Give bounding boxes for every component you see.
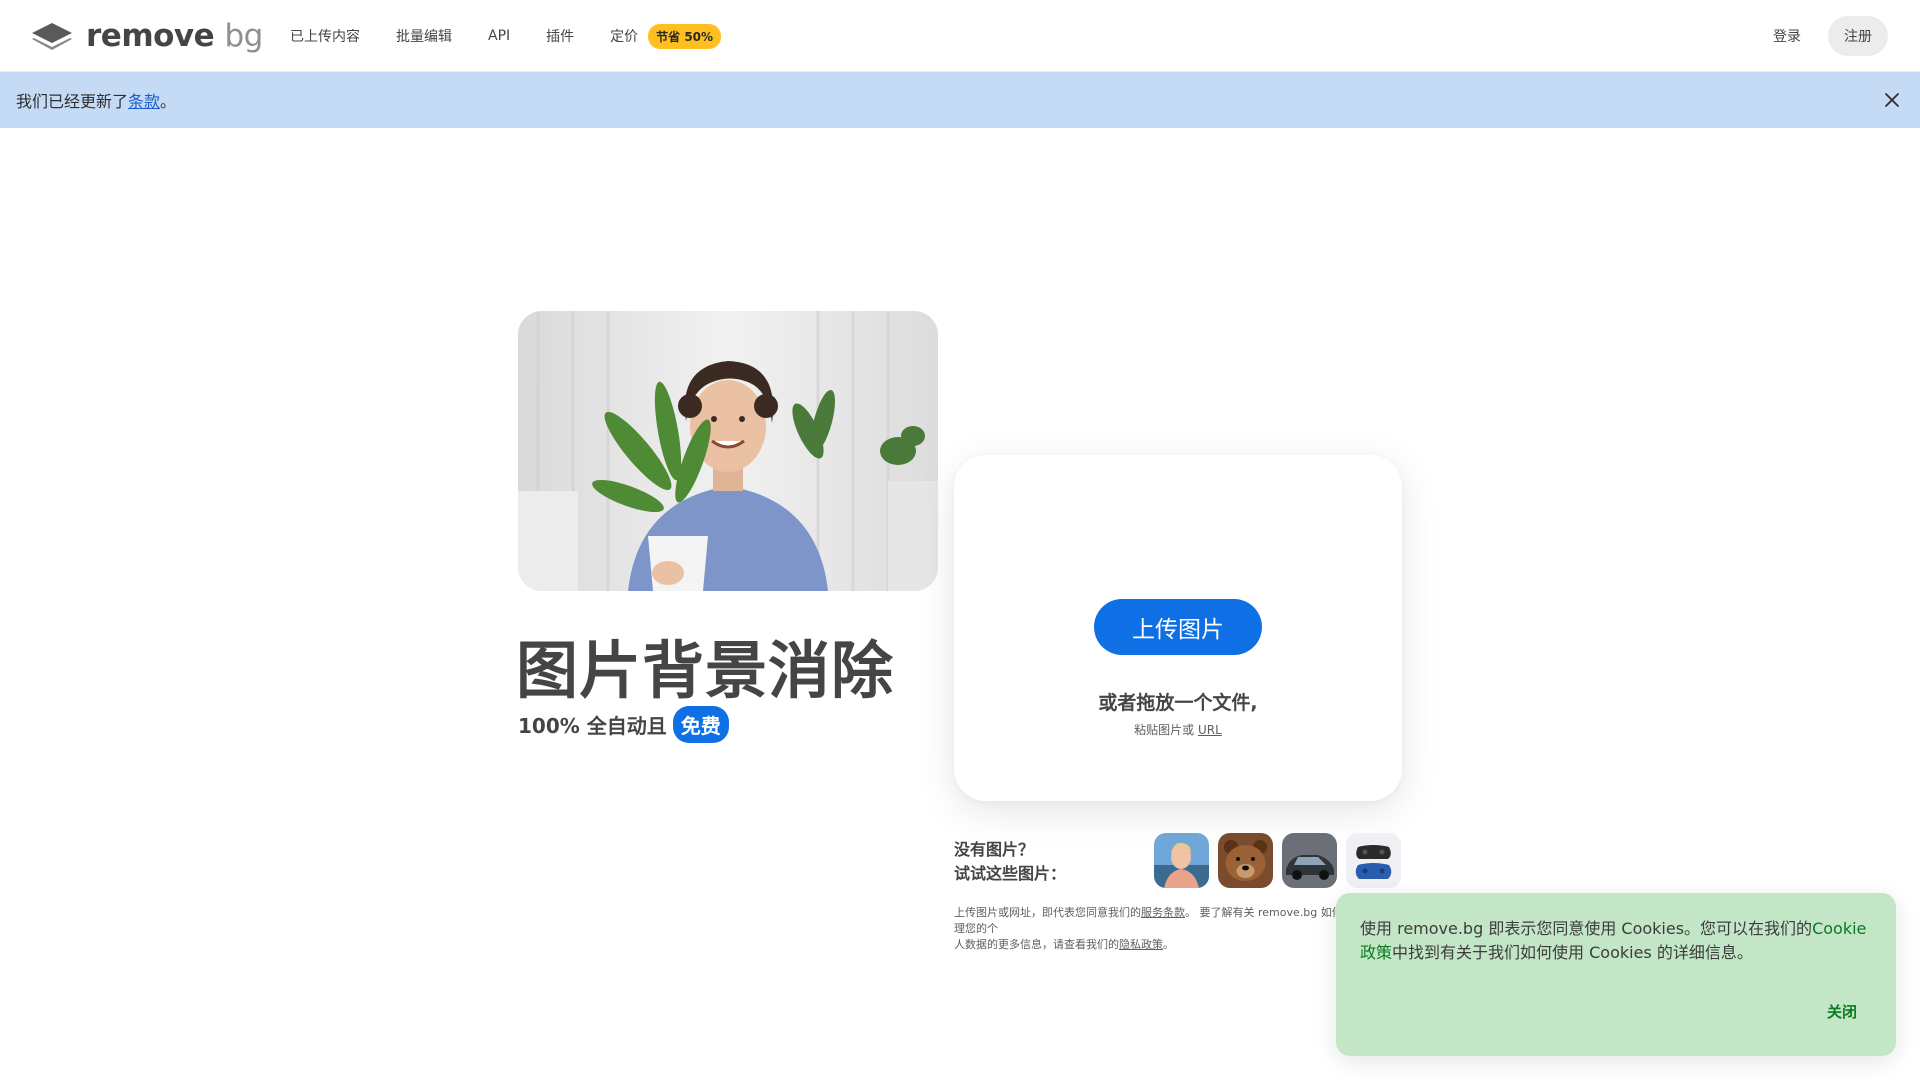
signup-button[interactable]: 注册 <box>1828 16 1888 56</box>
login-link[interactable]: 登录 <box>1773 26 1801 46</box>
person-sample-icon[interactable] <box>1154 833 1209 888</box>
free-badge: 免费 <box>672 706 729 743</box>
nav-pricing[interactable]: 定价 节省 50% <box>610 23 722 49</box>
gamepad-sample-icon[interactable] <box>1346 833 1401 888</box>
paste-hint: 粘贴图片或 URL <box>1134 723 1222 737</box>
terms-link[interactable]: 条款 <box>128 92 160 111</box>
terms-update-banner: 我们已经更新了条款。 <box>0 72 1920 128</box>
logo-wordmark: remove bg <box>86 18 263 54</box>
discount-badge: 节省 50% <box>648 23 722 49</box>
page-title: 图片背景消除 <box>516 634 895 707</box>
terms-of-service-link[interactable]: 服务条款 <box>1141 906 1185 919</box>
hero-image <box>518 311 938 591</box>
stacked-layers-icon <box>32 23 72 50</box>
sample-images <box>1154 833 1401 888</box>
drop-file-text: 或者拖放一个文件, <box>1098 692 1258 714</box>
main-nav: 已上传内容 批量编辑 API 插件 定价 节省 50% <box>272 0 739 72</box>
upload-dropzone[interactable]: 上传图片 或者拖放一个文件, 粘贴图片或 URL <box>954 455 1402 801</box>
cookie-consent-popup: 使用 remove.bg 即表示您同意使用 Cookies。您可以在我们的Coo… <box>1336 893 1896 1056</box>
no-image-prompt: 没有图片？ 试试这些图片： <box>954 840 1067 883</box>
bear-sample-icon[interactable] <box>1218 833 1273 888</box>
remove-bg-logo[interactable]: remove bg <box>30 18 263 54</box>
nav-uploads[interactable]: 已上传内容 <box>290 26 360 46</box>
top-header: remove bg 已上传内容 批量编辑 API 插件 定价 节省 50% 登录… <box>0 0 1920 72</box>
notice-text: 我们已经更新了条款。 <box>16 92 177 111</box>
url-link[interactable]: URL <box>1198 723 1222 737</box>
privacy-policy-link[interactable]: 隐私政策 <box>1119 938 1163 951</box>
nav-plugins[interactable]: 插件 <box>546 26 574 46</box>
upload-image-button[interactable]: 上传图片 <box>1094 599 1262 655</box>
hero-subtitle: 100% 全自动且 免费 <box>518 706 729 743</box>
car-sample-icon[interactable] <box>1282 833 1337 888</box>
cookie-text: 使用 remove.bg 即表示您同意使用 Cookies。您可以在我们的Coo… <box>1360 919 1867 962</box>
legal-notice: 上传图片或网址，即代表您同意我们的服务条款。 要了解有关 remove.bg 如… <box>954 906 1354 951</box>
nav-api[interactable]: API <box>488 28 510 44</box>
cookie-close-button[interactable]: 关闭 <box>1806 993 1878 1029</box>
close-icon[interactable] <box>1880 88 1904 112</box>
nav-bulk-edit[interactable]: 批量编辑 <box>396 26 452 46</box>
